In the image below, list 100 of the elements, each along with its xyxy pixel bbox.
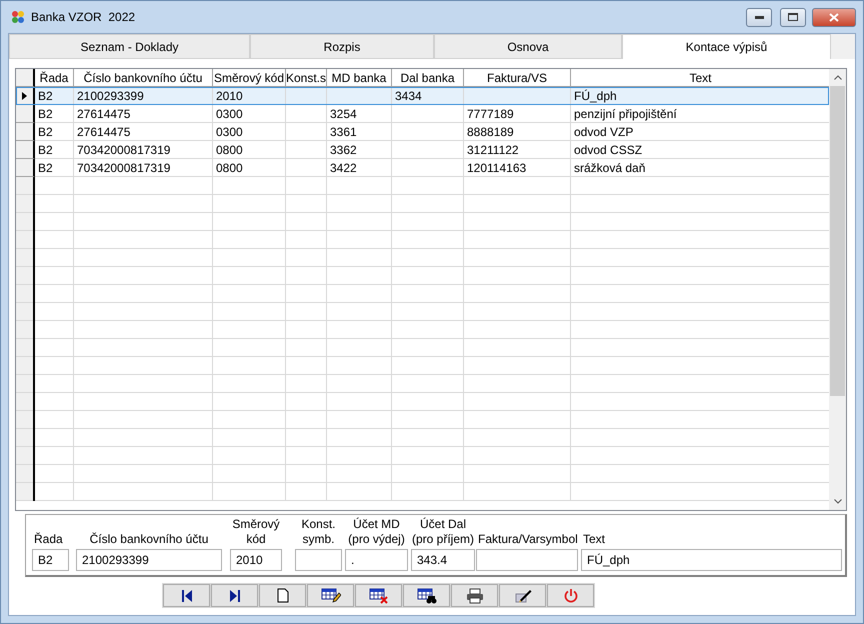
- table-cell: B2: [35, 87, 74, 105]
- delete-button[interactable]: [355, 584, 402, 607]
- table-cell: [286, 123, 327, 141]
- table-cell: [286, 141, 327, 159]
- table-cell: 3361: [327, 123, 392, 141]
- table-cell: B2: [35, 141, 74, 159]
- last-record-icon: [228, 588, 240, 602]
- column-header[interactable]: Dal banka: [392, 69, 464, 87]
- last-record-button[interactable]: [211, 584, 258, 607]
- scroll-thumb[interactable]: [830, 86, 845, 396]
- table-cell: [327, 87, 392, 105]
- grid-corner: [16, 69, 35, 87]
- table-cell: 2010: [213, 87, 286, 105]
- current-row-icon: [22, 92, 27, 100]
- field-label: Text: [582, 531, 606, 548]
- input-field[interactable]: [295, 549, 342, 571]
- exit-button[interactable]: [547, 584, 594, 607]
- minimize-button[interactable]: [746, 8, 772, 26]
- table-cell: 0300: [213, 123, 286, 141]
- column-header[interactable]: Řada: [35, 69, 74, 87]
- field-label: Účet Dal (pro příjem): [411, 517, 476, 548]
- field-label: Faktura/Varsymbol: [477, 531, 579, 548]
- table-cell: 3422: [327, 159, 392, 177]
- grid-delete-icon: [368, 587, 388, 604]
- app-logo-icon: [11, 10, 25, 24]
- input-field[interactable]: 2010: [230, 549, 282, 571]
- table-cell: [286, 87, 327, 105]
- close-icon: [829, 12, 839, 22]
- maximize-icon: [788, 13, 798, 21]
- table-cell: [286, 105, 327, 123]
- input-field[interactable]: .: [345, 549, 408, 571]
- table-cell: 0800: [213, 141, 286, 159]
- table-cell: [392, 123, 464, 141]
- table-cell: [392, 105, 464, 123]
- table-row[interactable]: B2 70342000817319 0800 3422 120114163 srážková daň: [16, 159, 829, 177]
- table-cell: B2: [35, 159, 74, 177]
- field-label: Řada: [33, 531, 64, 548]
- pencil-tool-button[interactable]: [499, 584, 546, 607]
- printer-icon: [466, 588, 484, 604]
- table-row[interactable]: B2 2100293399 2010 3434 FÚ_dph: [16, 87, 829, 105]
- power-icon: [562, 588, 578, 604]
- table-cell: 120114163: [464, 159, 571, 177]
- maximize-button[interactable]: [780, 8, 806, 26]
- table-cell: 0300: [213, 105, 286, 123]
- print-button[interactable]: [451, 584, 498, 607]
- table-row[interactable]: B2 27614475 0300 3254 7777189 penzijní připojištění: [16, 105, 829, 123]
- window-title: Banka VZOR 2022: [31, 10, 136, 24]
- row-indicator: [16, 141, 35, 159]
- table-cell: [392, 141, 464, 159]
- table-cell: B2: [35, 123, 74, 141]
- row-indicator: [16, 123, 35, 141]
- field-label: Konst. symb.: [300, 517, 337, 548]
- scroll-up-icon: [834, 75, 842, 80]
- table-cell: 3434: [392, 87, 464, 105]
- input-field[interactable]: B2: [32, 549, 69, 571]
- table-cell: 70342000817319: [74, 141, 213, 159]
- field-label: Účet MD (pro výdej): [347, 517, 406, 548]
- row-indicator: [16, 159, 35, 177]
- column-header[interactable]: MD banka: [327, 69, 392, 87]
- field-label: Číslo bankovního účtu: [88, 531, 210, 548]
- table-cell: 3362: [327, 141, 392, 159]
- input-field[interactable]: 343.4: [411, 549, 475, 571]
- table-cell: FÚ_dph: [571, 87, 829, 105]
- tab[interactable]: Seznam - Doklady: [9, 34, 250, 59]
- input-field[interactable]: FÚ_dph: [581, 549, 842, 571]
- table-cell: 8888189: [464, 123, 571, 141]
- close-button[interactable]: [812, 8, 856, 26]
- table-cell: 70342000817319: [74, 159, 213, 177]
- table-row[interactable]: B2 70342000817319 0800 3362 31211122 odvod CSSZ: [16, 141, 829, 159]
- table-cell: 31211122: [464, 141, 571, 159]
- table-cell: 27614475: [74, 123, 213, 141]
- row-indicator: [16, 105, 35, 123]
- pencil-icon: [514, 588, 532, 604]
- table-row[interactable]: B2 27614475 0300 3361 8888189 odvod VZP: [16, 123, 829, 141]
- input-field[interactable]: 2100293399: [76, 549, 222, 571]
- column-header[interactable]: Konst.s: [286, 69, 327, 87]
- input-field[interactable]: [476, 549, 578, 571]
- grid-binoculars-icon: [416, 587, 436, 604]
- field-label: Směrový kód: [231, 517, 281, 548]
- table-cell: 3254: [327, 105, 392, 123]
- tab[interactable]: Kontace výpisů: [622, 34, 831, 59]
- table-cell: 0800: [213, 159, 286, 177]
- table-cell: B2: [35, 105, 74, 123]
- column-header[interactable]: Číslo bankovního účtu: [74, 69, 213, 87]
- new-document-button[interactable]: [259, 584, 306, 607]
- column-header[interactable]: Faktura/VS: [464, 69, 571, 87]
- table-cell: 27614475: [74, 105, 213, 123]
- first-record-button[interactable]: [163, 584, 210, 607]
- edit-button[interactable]: [307, 584, 354, 607]
- scroll-down-icon: [834, 499, 842, 504]
- grid-edit-icon: [320, 587, 340, 604]
- minimize-icon: [754, 16, 764, 18]
- table-cell: 2100293399: [74, 87, 213, 105]
- tab[interactable]: Osnova: [434, 34, 622, 59]
- column-header[interactable]: Směrový kód: [213, 69, 286, 87]
- first-record-icon: [180, 588, 192, 602]
- tab[interactable]: Rozpis: [250, 34, 434, 59]
- scrollbar[interactable]: [829, 69, 846, 510]
- document-icon: [276, 588, 288, 603]
- search-button[interactable]: [403, 584, 450, 607]
